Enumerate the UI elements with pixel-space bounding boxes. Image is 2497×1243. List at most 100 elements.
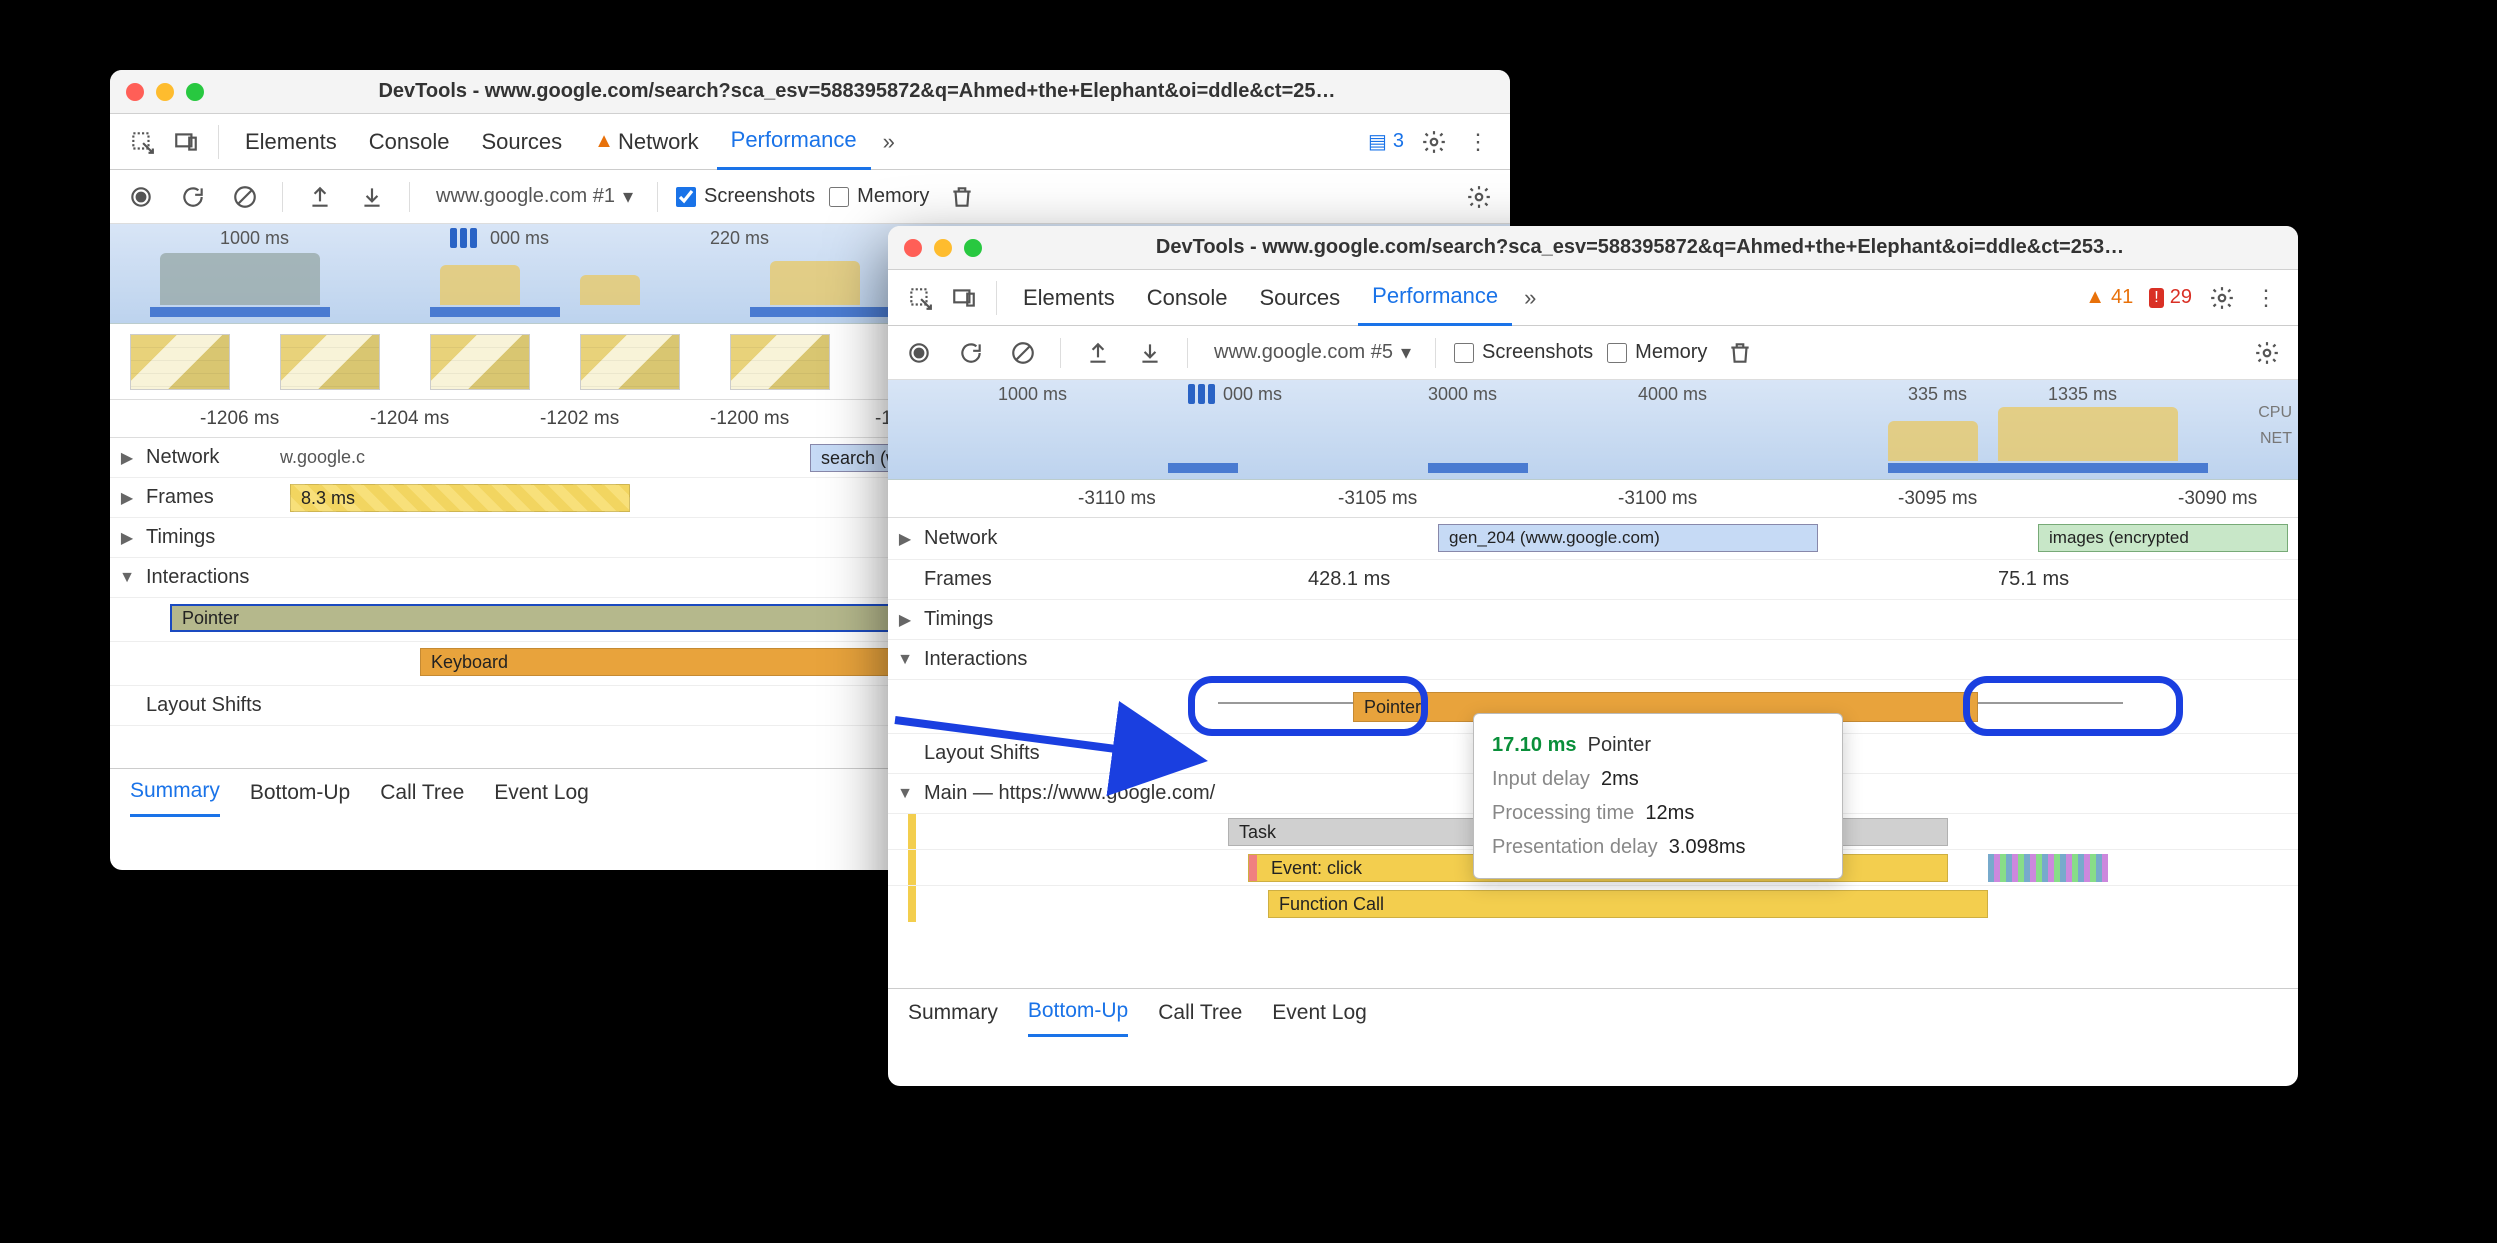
close-icon[interactable] [904, 239, 922, 257]
gear-icon[interactable] [2248, 334, 2286, 372]
chevron-right-icon[interactable]: ▶ [118, 448, 136, 468]
warnings-badge[interactable]: ▲41 [2079, 286, 2139, 309]
chevron-right-icon[interactable]: ▶ [896, 610, 914, 630]
tab-console[interactable]: Console [1133, 270, 1242, 326]
network-item-images[interactable]: images (encrypted [2038, 524, 2288, 552]
tab-sources[interactable]: Sources [467, 114, 576, 170]
upload-icon[interactable] [1079, 334, 1117, 372]
pointer-bar[interactable]: Pointer [170, 604, 890, 632]
recording-name: www.google.com #5 [1206, 337, 1417, 368]
memory-input[interactable] [829, 187, 849, 207]
inspect-icon[interactable] [900, 278, 940, 318]
clear-button[interactable] [1004, 334, 1042, 372]
memory-input[interactable] [1607, 343, 1627, 363]
network-item-gen204[interactable]: gen_204 (www.google.com) [1438, 524, 1818, 552]
tab-bottom-up[interactable]: Bottom-Up [250, 769, 350, 817]
cpu-hill [580, 275, 640, 305]
reload-button[interactable] [952, 334, 990, 372]
tab-event-log[interactable]: Event Log [1272, 989, 1367, 1037]
screenshot-thumb[interactable] [730, 334, 830, 390]
tab-call-tree[interactable]: Call Tree [380, 769, 464, 817]
menu-icon[interactable]: ⋮ [2246, 278, 2286, 318]
screenshot-thumb[interactable] [580, 334, 680, 390]
track-network[interactable]: ▶ Network gen_204 (www.google.com) image… [888, 518, 2298, 560]
chevron-right-icon[interactable]: ▶ [118, 488, 136, 508]
tab-event-log[interactable]: Event Log [494, 769, 589, 817]
screenshot-thumb[interactable] [280, 334, 380, 390]
tab-sources[interactable]: Sources [1245, 270, 1354, 326]
trash-icon[interactable] [943, 178, 981, 216]
function-call-bar[interactable]: Function Call [1268, 890, 1988, 918]
upload-icon[interactable] [301, 178, 339, 216]
zoom-icon[interactable] [964, 239, 982, 257]
chevron-down-icon[interactable]: ▼ [896, 651, 914, 669]
inspect-icon[interactable] [122, 122, 162, 162]
screenshot-thumb[interactable] [130, 334, 230, 390]
messages-count: 3 [1393, 130, 1404, 153]
tab-console[interactable]: Console [355, 114, 464, 170]
tab-performance[interactable]: Performance [717, 114, 871, 170]
flame-func-row[interactable]: Function Call [888, 886, 2298, 922]
track-frames[interactable]: ▶ Frames 428.1 ms 75.1 ms [888, 560, 2298, 600]
frames-bar[interactable]: 8.3 ms [290, 484, 630, 512]
tooltip-val: 3.098ms [1669, 836, 1746, 858]
chevron-down-icon[interactable]: ▼ [118, 569, 136, 587]
net-bars [888, 461, 2298, 473]
overview-timeline[interactable]: 1000 ms 000 ms 3000 ms 4000 ms 335 ms 13… [888, 380, 2298, 480]
tab-summary[interactable]: Summary [130, 769, 220, 817]
track-timings[interactable]: ▶ Timings [888, 600, 2298, 640]
close-icon[interactable] [126, 83, 144, 101]
reload-button[interactable] [174, 178, 212, 216]
settings-icon[interactable] [1414, 122, 1454, 162]
screenshots-checkbox[interactable]: Screenshots [1454, 341, 1593, 364]
messages-badge[interactable]: ▤3 [1362, 129, 1410, 154]
tab-elements[interactable]: Elements [1009, 270, 1129, 326]
recording-name: www.google.com #1 [428, 181, 639, 212]
titlebar[interactable]: DevTools - www.google.com/search?sca_esv… [110, 70, 1510, 114]
errors-badge[interactable]: !29 [2143, 286, 2198, 309]
clear-button[interactable] [226, 178, 264, 216]
tab-performance[interactable]: Performance [1358, 270, 1512, 326]
gear-icon[interactable] [1460, 178, 1498, 216]
selection-handles[interactable] [1188, 384, 1215, 404]
tab-network[interactable]: ▲Network [580, 114, 712, 170]
memory-checkbox[interactable]: Memory [829, 185, 929, 208]
chevron-right-icon[interactable]: ▶ [118, 528, 136, 548]
download-icon[interactable] [1131, 334, 1169, 372]
chevron-down-icon[interactable]: ▼ [896, 785, 914, 803]
tab-elements[interactable]: Elements [231, 114, 351, 170]
download-icon[interactable] [353, 178, 391, 216]
overview-tick: 335 ms [1908, 384, 1967, 405]
record-button[interactable] [900, 334, 938, 372]
track-interactions[interactable]: ▼ Interactions [888, 640, 2298, 680]
trash-icon[interactable] [1721, 334, 1759, 372]
minimize-icon[interactable] [934, 239, 952, 257]
track-label: Network [924, 527, 1074, 550]
titlebar[interactable]: DevTools - www.google.com/search?sca_esv… [888, 226, 2298, 270]
record-button[interactable] [122, 178, 160, 216]
minimize-icon[interactable] [156, 83, 174, 101]
more-tabs-icon[interactable]: » [875, 129, 903, 155]
time-ruler[interactable]: -3110 ms -3105 ms -3100 ms -3095 ms -309… [888, 480, 2298, 518]
selection-handles[interactable] [450, 228, 477, 248]
annotation-highlight-end [1963, 676, 2183, 736]
chevron-right-icon[interactable]: ▶ [896, 529, 914, 549]
tab-call-tree[interactable]: Call Tree [1158, 989, 1242, 1037]
more-tabs-icon[interactable]: » [1516, 285, 1544, 311]
device-icon[interactable] [166, 122, 206, 162]
recording-selector[interactable]: www.google.com #5 [1206, 337, 1417, 368]
screenshots-input[interactable] [676, 187, 696, 207]
recording-selector[interactable]: www.google.com #1 [428, 181, 639, 212]
tab-bottom-up[interactable]: Bottom-Up [1028, 989, 1128, 1037]
settings-icon[interactable] [2202, 278, 2242, 318]
screenshot-thumb[interactable] [430, 334, 530, 390]
screenshots-checkbox[interactable]: Screenshots [676, 185, 815, 208]
menu-icon[interactable]: ⋮ [1458, 122, 1498, 162]
tab-summary[interactable]: Summary [908, 989, 998, 1037]
device-icon[interactable] [944, 278, 984, 318]
main-tabs: Elements Console Sources Performance » ▲… [888, 270, 2298, 326]
memory-checkbox[interactable]: Memory [1607, 341, 1707, 364]
overview-tick: 4000 ms [1638, 384, 1707, 405]
zoom-icon[interactable] [186, 83, 204, 101]
screenshots-input[interactable] [1454, 343, 1474, 363]
